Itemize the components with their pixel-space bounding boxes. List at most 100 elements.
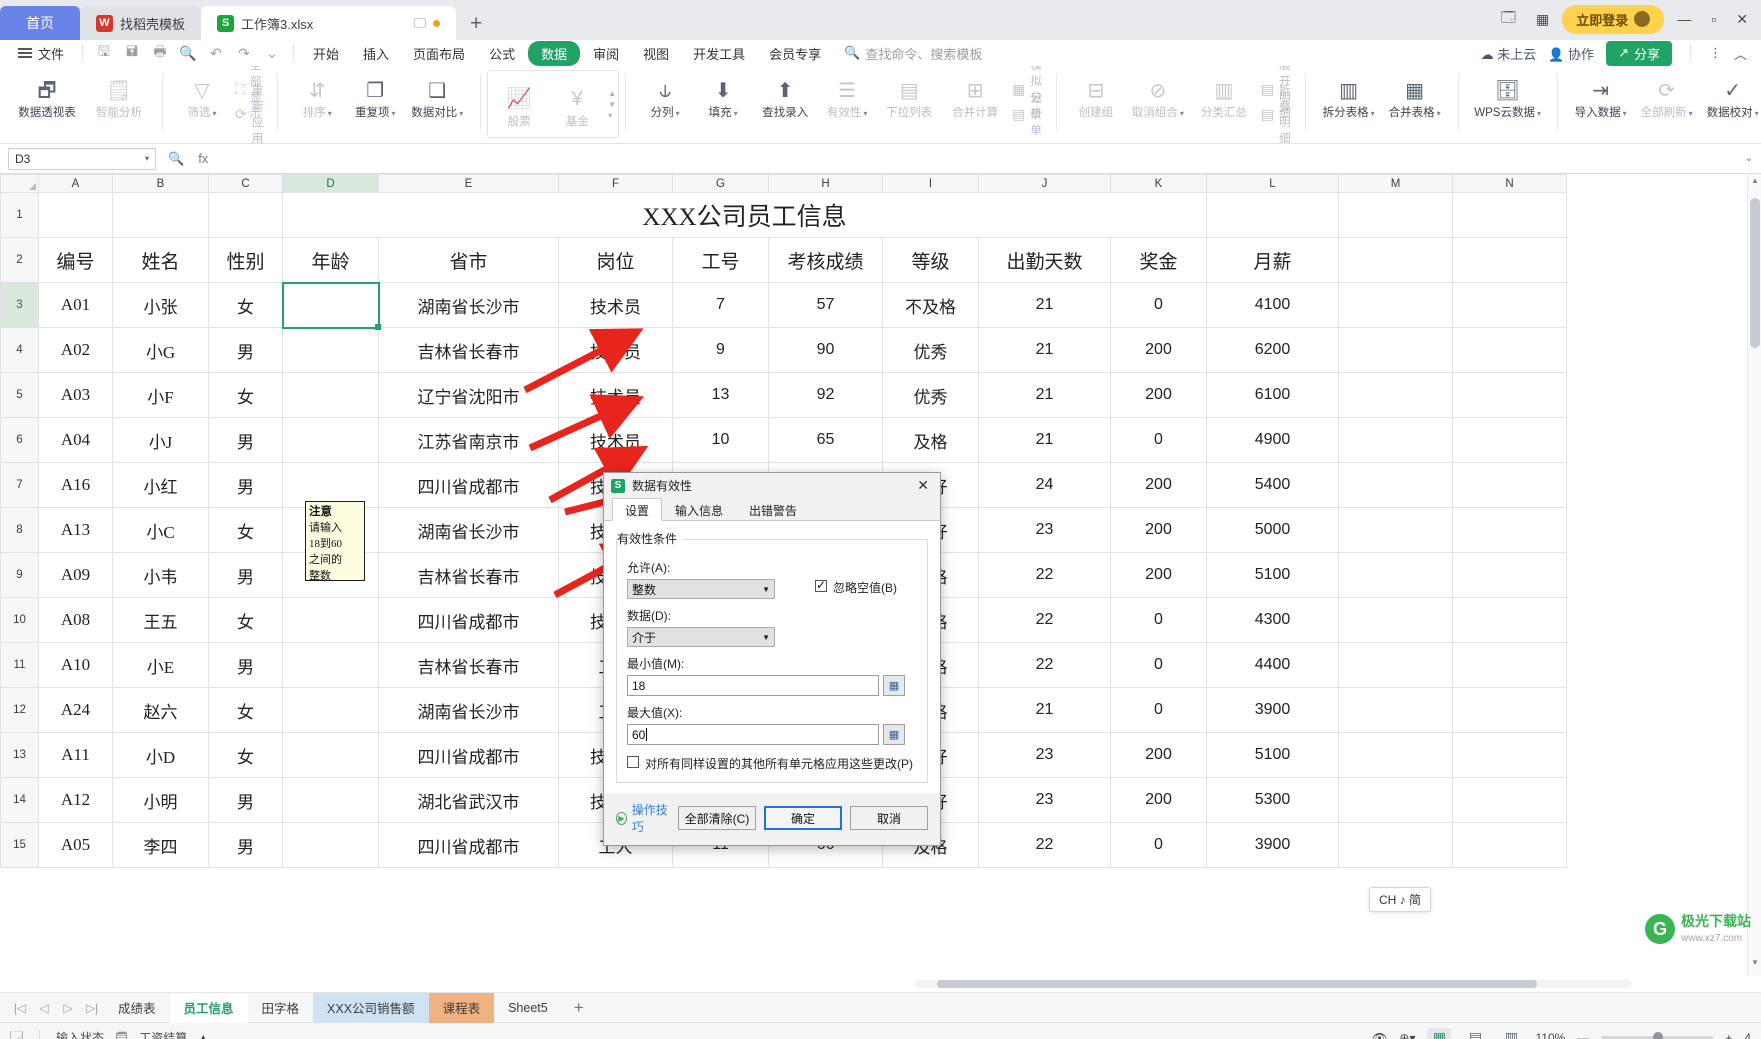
cell-K7[interactable]: 200 — [1111, 463, 1207, 508]
cell-A10[interactable]: A08 — [39, 598, 113, 643]
cell-N13[interactable] — [1453, 733, 1567, 778]
cell-A8[interactable]: A13 — [39, 508, 113, 553]
cell-L8[interactable]: 5000 — [1207, 508, 1339, 553]
cell-N8[interactable] — [1453, 508, 1567, 553]
row-header-4[interactable]: 4 — [1, 328, 39, 373]
cell-C9[interactable]: 男 — [209, 553, 283, 598]
sheet-tab-tianzige[interactable]: 田字格 — [248, 993, 314, 1023]
cell-D3[interactable] — [283, 283, 379, 328]
cell-J3[interactable]: 21 — [979, 283, 1111, 328]
cell-N11[interactable] — [1453, 643, 1567, 688]
ribbon-tab-start[interactable]: 开始 — [302, 41, 350, 66]
cell-C11[interactable]: 男 — [209, 643, 283, 688]
zoom-slider-knob[interactable] — [1653, 1032, 1663, 1039]
customize-toolbar-icon[interactable]: ⌄ — [259, 43, 285, 63]
tab-home[interactable]: 首页 — [0, 6, 80, 40]
cell-J9[interactable]: 22 — [979, 553, 1111, 598]
cell-C1[interactable] — [209, 193, 283, 238]
header-cell-name[interactable]: 姓名 — [113, 238, 209, 283]
cell-N15[interactable] — [1453, 823, 1567, 868]
row-header-12[interactable]: 12 — [1, 688, 39, 733]
cell-F6[interactable]: 技术员 — [559, 418, 673, 463]
data-select[interactable]: 介于 ▼ — [627, 627, 775, 647]
header-cell-salary[interactable]: 月薪 — [1207, 238, 1339, 283]
monitor-icon[interactable]: 🖵 — [413, 15, 426, 31]
cell-J11[interactable]: 22 — [979, 643, 1111, 688]
ribbon-tab-formula[interactable]: 公式 — [478, 41, 526, 66]
cell-E6[interactable]: 江苏省南京市 — [379, 418, 559, 463]
horizontal-scrollbar[interactable] — [915, 980, 1631, 988]
prev-sheet-button[interactable]: ◁ — [32, 1001, 56, 1015]
column-header-J[interactable]: J — [979, 175, 1111, 193]
cell-N5[interactable] — [1453, 373, 1567, 418]
cell-L14[interactable]: 5300 — [1207, 778, 1339, 823]
max-range-picker-icon[interactable]: ▦ — [883, 724, 905, 745]
cell-H6[interactable]: 65 — [769, 418, 883, 463]
vertical-scroll-thumb[interactable] — [1750, 198, 1760, 348]
layout-switch-icon[interactable]: 🗔 — [1494, 4, 1523, 34]
cell-C14[interactable]: 男 — [209, 778, 283, 823]
cell-K9[interactable]: 200 — [1111, 553, 1207, 598]
sheet-tab-kechengbiao[interactable]: 课程表 — [429, 993, 495, 1023]
save-icon[interactable]: 🖫 — [91, 43, 117, 63]
salary-calc-icon[interactable]: 🗒 — [114, 1031, 129, 1039]
cell-M10[interactable] — [1339, 598, 1453, 643]
tips-link[interactable]: ▶ 操作技巧 — [616, 801, 670, 835]
cell-A11[interactable]: A10 — [39, 643, 113, 688]
ribbon-tab-review[interactable]: 审阅 — [582, 41, 630, 66]
cell-I3[interactable]: 不及格 — [883, 283, 979, 328]
cell-D10[interactable] — [283, 598, 379, 643]
ribbon-tab-data[interactable]: 数据 — [528, 41, 580, 66]
cell-E15[interactable]: 四川省成都市 — [379, 823, 559, 868]
cell-C5[interactable]: 女 — [209, 373, 283, 418]
cell-K15[interactable]: 0 — [1111, 823, 1207, 868]
cell-B6[interactable]: 小J — [113, 418, 209, 463]
cell-B7[interactable]: 小红 — [113, 463, 209, 508]
header-cell-jobnumber[interactable]: 工号 — [673, 238, 769, 283]
fund-button[interactable]: ¥ 基金 — [548, 79, 606, 129]
formula-input[interactable] — [220, 148, 1737, 170]
ribbon-tab-insert[interactable]: 插入 — [352, 41, 400, 66]
cell-L3[interactable]: 4100 — [1207, 283, 1339, 328]
cell-E8[interactable]: 湖南省长沙市 — [379, 508, 559, 553]
cell-D6[interactable] — [283, 418, 379, 463]
cell-C15[interactable]: 男 — [209, 823, 283, 868]
collapse-detail-button[interactable]: ▤ 折叠明细 — [1257, 103, 1295, 125]
cell-K10[interactable]: 0 — [1111, 598, 1207, 643]
cell-N9[interactable] — [1453, 553, 1567, 598]
cell-G3[interactable]: 7 — [673, 283, 769, 328]
apply-all-row[interactable]: 对所有同样设置的其他所有单元格应用这些更改(P) — [627, 755, 917, 772]
cell-E9[interactable]: 吉林省长春市 — [379, 553, 559, 598]
column-header-K[interactable]: K — [1111, 175, 1207, 193]
cell-N4[interactable] — [1453, 328, 1567, 373]
column-header-H[interactable]: H — [769, 175, 883, 193]
ribbon-tab-dev-tools[interactable]: 开发工具 — [682, 41, 756, 66]
ribbon-tab-view[interactable]: 视图 — [632, 41, 680, 66]
cell-K6[interactable]: 0 — [1111, 418, 1207, 463]
cell-M14[interactable] — [1339, 778, 1453, 823]
name-box[interactable]: D3 ▾ — [8, 148, 156, 170]
cell-mode-icon[interactable]: 🗔 — [10, 1027, 23, 1039]
app-grid-icon[interactable]: ▦ — [1529, 8, 1556, 31]
text-to-columns-button[interactable]: ⫝ 分列▾ — [636, 70, 694, 120]
header-cell-score[interactable]: 考核成绩 — [769, 238, 883, 283]
cell-I6[interactable]: 及格 — [883, 418, 979, 463]
data-compare-button[interactable]: ❏ 数据对比▾ — [404, 70, 470, 120]
cell-M12[interactable] — [1339, 688, 1453, 733]
smart-analysis-button[interactable]: 🗒 智能分析 — [86, 70, 152, 120]
pivot-table-button[interactable]: 🗗 数据透视表 — [8, 70, 86, 120]
cell-D11[interactable] — [283, 643, 379, 688]
cell-I4[interactable]: 优秀 — [883, 328, 979, 373]
cell-L12[interactable]: 3900 — [1207, 688, 1339, 733]
cell-I5[interactable]: 优秀 — [883, 373, 979, 418]
cell-L1[interactable] — [1207, 193, 1339, 238]
cell-M9[interactable] — [1339, 553, 1453, 598]
cell-H3[interactable]: 57 — [769, 283, 883, 328]
header-cell-level[interactable]: 等级 — [883, 238, 979, 283]
ribbon-tab-page-layout[interactable]: 页面布局 — [402, 41, 476, 66]
row-header-13[interactable]: 13 — [1, 733, 39, 778]
ok-button[interactable]: 确定 — [764, 806, 842, 830]
cell-E5[interactable]: 辽宁省沈阳市 — [379, 373, 559, 418]
cell-C10[interactable]: 女 — [209, 598, 283, 643]
fill-button[interactable]: ⬇ 填充▾ — [694, 70, 752, 120]
